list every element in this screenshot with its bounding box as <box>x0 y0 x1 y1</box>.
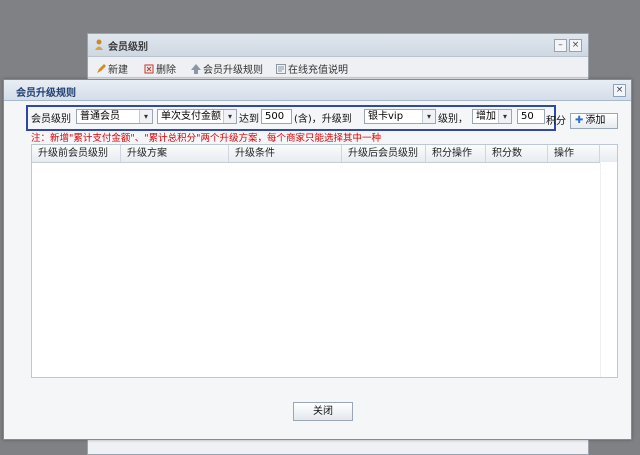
recharge-info-icon <box>276 64 286 74</box>
level-select-value: 普通会员 <box>80 111 120 122</box>
add-button[interactable]: ✚ 添加 <box>570 113 618 129</box>
bg-window-titlebar: 会员级别 – × <box>88 34 588 57</box>
chevron-down-icon: ▾ <box>139 110 152 123</box>
new-button[interactable]: 新建 <box>96 61 128 76</box>
upgrade-rule-label: 会员升级规则 <box>203 65 263 76</box>
new-label: 新建 <box>108 65 128 76</box>
points-input[interactable]: 50 <box>517 109 545 124</box>
delete-button[interactable]: 删除 <box>144 61 176 76</box>
points-op-value: 增加 <box>476 111 496 122</box>
plan-select[interactable]: 单次支付金额 ▾ <box>157 109 237 124</box>
dialog-titlebar: 会员升级规则 × <box>4 80 631 101</box>
points-label: 积分 <box>546 116 566 127</box>
upgrade-rule-button[interactable]: 会员升级规则 <box>191 61 263 76</box>
col-actions[interactable]: 操作 <box>548 145 600 162</box>
level-select[interactable]: 普通会员 ▾ <box>76 109 153 124</box>
table-header: 升级前会员级别 升级方案 升级条件 升级后会员级别 积分操作 积分数 操作 <box>32 145 617 163</box>
close-button[interactable]: 关闭 <box>293 402 353 421</box>
level-suffix-label: 级别， <box>438 114 468 125</box>
delete-icon <box>144 64 154 74</box>
points-op-select[interactable]: 增加 ▾ <box>472 109 512 124</box>
minimize-button[interactable]: – <box>554 39 567 52</box>
dialog-close-icon[interactable]: × <box>613 84 626 97</box>
target-level-select[interactable]: 银卡vip ▾ <box>364 109 436 124</box>
delete-label: 删除 <box>156 65 176 76</box>
chevron-down-icon: ▾ <box>498 110 511 123</box>
chevron-down-icon: ▾ <box>422 110 435 123</box>
col-points-op[interactable]: 积分操作 <box>426 145 486 162</box>
col-points[interactable]: 积分数 <box>486 145 548 162</box>
col-condition[interactable]: 升级条件 <box>229 145 342 162</box>
upgrade-rule-form: 会员级别 普通会员 ▾ 单次支付金额 ▾ 达到 500 (含)，升级到 银卡vi… <box>26 105 556 131</box>
add-button-label: 添加 <box>585 115 606 126</box>
upgrade-rule-table: 升级前会员级别 升级方案 升级条件 升级后会员级别 积分操作 积分数 操作 <box>31 144 618 378</box>
col-before-level[interactable]: 升级前会员级别 <box>32 145 121 162</box>
col-after-level[interactable]: 升级后会员级别 <box>342 145 426 162</box>
dialog-title: 会员升级规则 <box>16 88 76 99</box>
chevron-down-icon: ▾ <box>223 110 236 123</box>
upgrade-rule-icon <box>191 64 201 74</box>
recharge-info-button[interactable]: 在线充值说明 <box>276 61 348 76</box>
col-plan[interactable]: 升级方案 <box>121 145 229 162</box>
new-icon <box>96 64 106 74</box>
upgrade-to-label: (含)，升级到 <box>294 114 352 125</box>
bg-toolbar: 新建 删除 会员升级规则 在线充值说明 <box>88 57 588 78</box>
bg-close-button[interactable]: × <box>569 39 582 52</box>
amount-input[interactable]: 500 <box>261 109 292 124</box>
upgrade-note: 注：新增"累计支付金额"、"累计总积分"两个升级方案，每个商家只能选择其中一种 <box>31 133 381 144</box>
member-level-icon <box>94 39 104 50</box>
recharge-info-label: 在线充值说明 <box>288 65 348 76</box>
level-label: 会员级别 <box>31 114 71 125</box>
bg-window-title: 会员级别 <box>108 42 148 53</box>
plan-select-value: 单次支付金额 <box>161 111 221 122</box>
reach-label: 达到 <box>239 114 259 125</box>
table-scrollbar[interactable] <box>600 162 617 377</box>
plus-icon: ✚ <box>575 115 584 126</box>
target-level-value: 银卡vip <box>368 111 404 122</box>
